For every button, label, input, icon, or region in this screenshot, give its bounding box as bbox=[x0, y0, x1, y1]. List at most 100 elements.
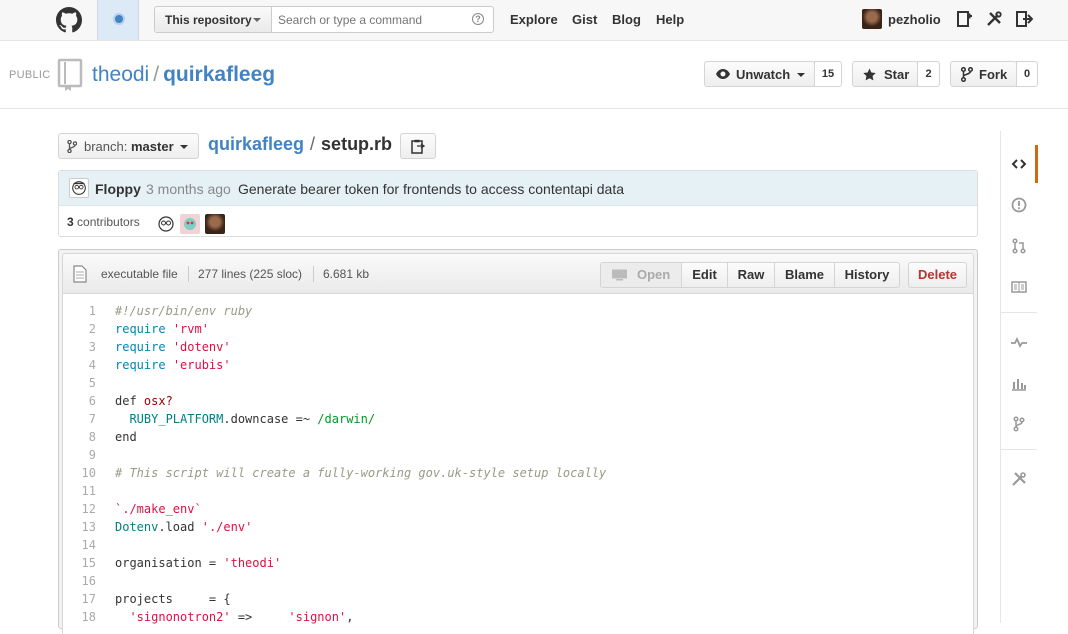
star-icon bbox=[863, 68, 876, 81]
code-icon bbox=[1011, 159, 1027, 169]
edit-button[interactable]: Edit bbox=[682, 263, 728, 287]
fork-label: Fork bbox=[979, 67, 1008, 82]
sidebar-item-wiki[interactable] bbox=[1000, 268, 1038, 306]
search-input[interactable] bbox=[273, 7, 473, 32]
code-token: './env' bbox=[201, 520, 253, 534]
sidebar-item-pull-requests[interactable] bbox=[1000, 227, 1038, 265]
repo-title-separator: / bbox=[153, 63, 160, 86]
file-lines: 277 lines (225 sloc) bbox=[198, 267, 303, 281]
sidebar-item-graphs[interactable] bbox=[1000, 364, 1038, 402]
line-number[interactable]: 15 bbox=[63, 554, 96, 572]
copy-path-button[interactable] bbox=[400, 133, 436, 159]
nav-blog[interactable]: Blog bbox=[612, 12, 641, 27]
line-number[interactable]: 14 bbox=[63, 536, 96, 554]
new-repo-icon[interactable] bbox=[955, 10, 973, 28]
open-button[interactable]: Open bbox=[601, 263, 682, 287]
line-number[interactable]: 8 bbox=[63, 428, 96, 446]
fork-button[interactable]: Fork bbox=[950, 61, 1017, 87]
desktop-icon bbox=[612, 269, 627, 281]
code-text: Dotenv.load './env' bbox=[115, 518, 252, 536]
repo-name-link[interactable]: quirkafleeg bbox=[163, 63, 275, 86]
line-number[interactable]: 13 bbox=[63, 518, 96, 536]
settings-icon bbox=[1012, 472, 1026, 486]
line-number[interactable]: 16 bbox=[63, 572, 96, 590]
line-number[interactable]: 18 bbox=[63, 608, 96, 626]
star-count[interactable]: 2 bbox=[917, 61, 940, 87]
wiki-icon bbox=[1011, 281, 1027, 293]
file-text-icon bbox=[73, 265, 87, 283]
blame-button[interactable]: Blame bbox=[775, 263, 835, 287]
repo-owner-link[interactable]: theodi bbox=[92, 63, 149, 86]
line-number[interactable]: 3 bbox=[63, 338, 96, 356]
meta-divider bbox=[188, 266, 189, 282]
line-number[interactable]: 1 bbox=[63, 302, 96, 320]
sign-out-icon[interactable] bbox=[1015, 10, 1033, 28]
notifications-button[interactable] bbox=[97, 0, 139, 40]
commit-message-link[interactable]: Generate bearer token for frontends to a… bbox=[238, 181, 624, 197]
code-line: 7 RUBY_PLATFORM.downcase =~ /darwin/ bbox=[63, 410, 973, 428]
file-viewer: executable file 277 lines (225 sloc) 6.6… bbox=[58, 249, 978, 634]
code-token: 'theodi' bbox=[223, 556, 282, 570]
delete-button[interactable]: Delete bbox=[908, 262, 967, 288]
sidebar-item-issues[interactable] bbox=[1000, 186, 1038, 224]
line-number[interactable]: 10 bbox=[63, 464, 96, 482]
code-token: 'dotenv' bbox=[172, 340, 231, 354]
sidebar-item-settings[interactable] bbox=[1000, 460, 1038, 498]
file-mode: executable file bbox=[101, 267, 178, 281]
code-line: 3 require 'dotenv' bbox=[63, 338, 973, 356]
code-token: .downcase =~ bbox=[223, 412, 318, 426]
sidebar-item-code[interactable] bbox=[1000, 145, 1038, 183]
line-number[interactable]: 5 bbox=[63, 374, 96, 392]
line-number[interactable]: 6 bbox=[63, 392, 96, 410]
line-number[interactable]: 7 bbox=[63, 410, 96, 428]
line-number[interactable]: 17 bbox=[63, 590, 96, 608]
line-number[interactable]: 9 bbox=[63, 446, 96, 464]
watch-count[interactable]: 15 bbox=[814, 61, 842, 87]
search-box: This repository ? bbox=[154, 6, 494, 33]
code-token: /darwin/ bbox=[317, 412, 376, 426]
username-link[interactable]: pezholio bbox=[888, 12, 941, 27]
contributor-avatar[interactable] bbox=[180, 214, 200, 234]
line-number[interactable]: 12 bbox=[63, 500, 96, 518]
code-line: 2 require 'rvm' bbox=[63, 320, 973, 338]
sidebar-separator bbox=[1001, 312, 1037, 313]
code-token: require bbox=[115, 340, 166, 354]
breadcrumb-separator: / bbox=[310, 134, 316, 154]
commit-author-avatar[interactable] bbox=[69, 178, 89, 198]
search-help-icon[interactable]: ? bbox=[472, 13, 484, 25]
code-line: 10 # This script will create a fully-work… bbox=[63, 464, 973, 482]
contributors-label[interactable]: 3 contributors bbox=[67, 215, 140, 229]
nav-gist[interactable]: Gist bbox=[572, 12, 597, 27]
nav-help[interactable]: Help bbox=[656, 12, 684, 27]
code-text: require 'erubis' bbox=[115, 356, 231, 374]
github-octocat-icon[interactable] bbox=[54, 7, 84, 33]
contributor-avatar[interactable] bbox=[205, 214, 225, 234]
search-scope-label: This repository bbox=[165, 13, 252, 27]
search-scope-dropdown[interactable]: This repository bbox=[155, 7, 272, 32]
fork-count[interactable]: 0 bbox=[1016, 61, 1038, 87]
sidebar-item-pulse[interactable] bbox=[1000, 323, 1038, 361]
breadcrumb-file: setup.rb bbox=[321, 134, 393, 154]
avatar[interactable] bbox=[862, 9, 882, 29]
sidebar-item-network[interactable] bbox=[1000, 405, 1038, 443]
breadcrumb-repo-link[interactable]: quirkafleeg bbox=[208, 134, 304, 154]
history-button[interactable]: History bbox=[835, 263, 899, 287]
line-number[interactable]: 4 bbox=[63, 356, 96, 374]
code-token: 'signonotron2' bbox=[129, 610, 231, 624]
nav-explore[interactable]: Explore bbox=[510, 12, 558, 27]
fork-icon bbox=[961, 67, 973, 82]
commit-author-link[interactable]: Floppy bbox=[95, 181, 141, 197]
code-token: 'signon' bbox=[288, 610, 347, 624]
code-line: 15 organisation = 'theodi' bbox=[63, 554, 973, 572]
branch-selector[interactable]: branch: master bbox=[58, 133, 199, 159]
line-number[interactable]: 2 bbox=[63, 320, 96, 338]
unwatch-button[interactable]: Unwatch bbox=[704, 61, 815, 87]
code-token: organisation = bbox=[115, 556, 224, 570]
code-line: 16 bbox=[63, 572, 973, 590]
line-number[interactable]: 11 bbox=[63, 482, 96, 500]
contributor-avatar[interactable] bbox=[156, 214, 176, 234]
raw-button[interactable]: Raw bbox=[728, 263, 775, 287]
star-button[interactable]: Star bbox=[852, 61, 918, 87]
settings-tools-icon[interactable] bbox=[985, 10, 1003, 28]
